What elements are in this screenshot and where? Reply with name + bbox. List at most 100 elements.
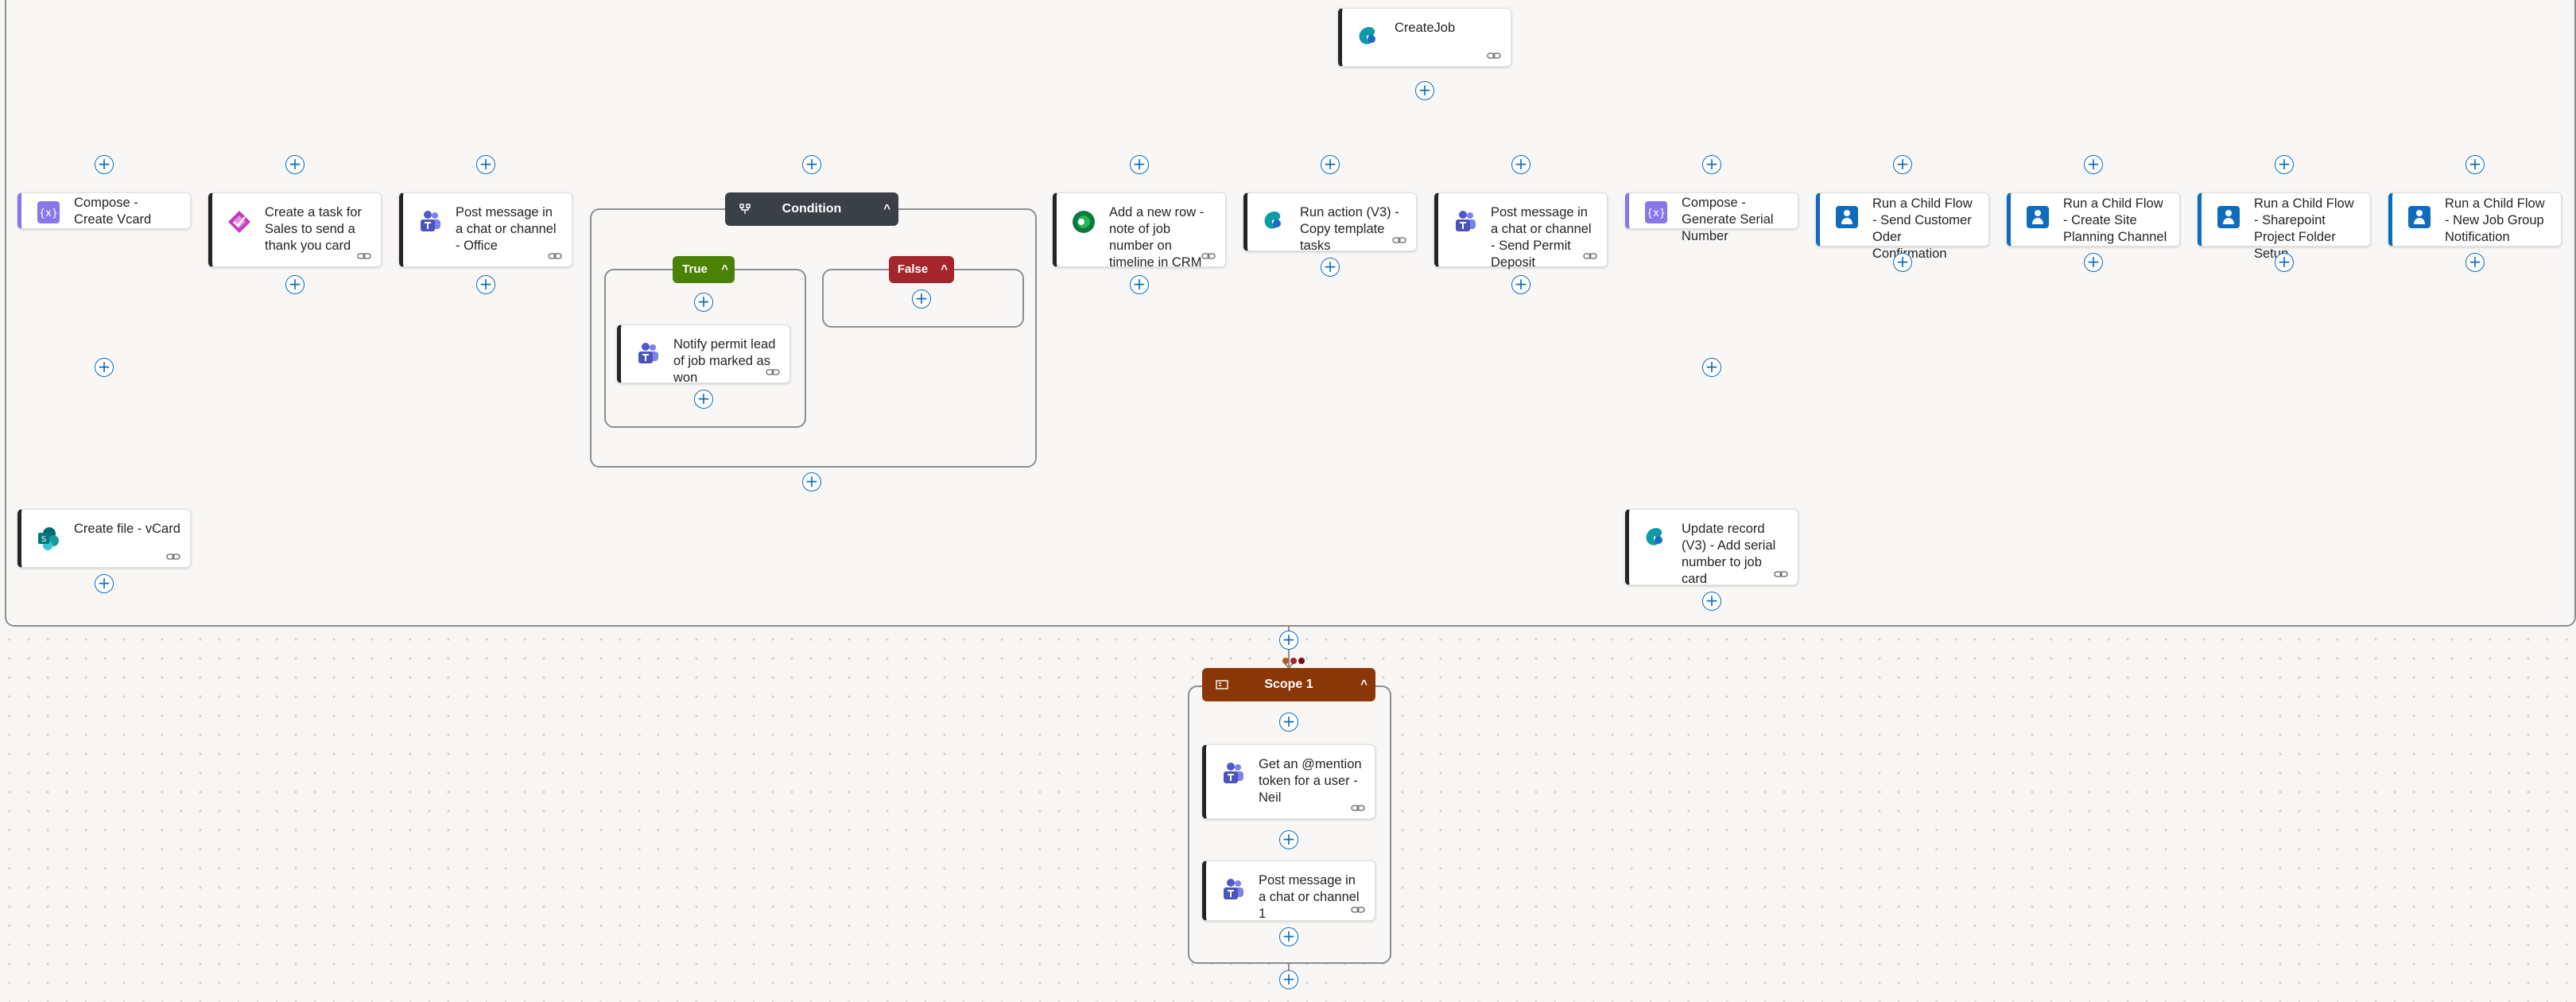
scope-title: Scope 1 <box>1264 678 1313 691</box>
link-icon <box>1351 805 1365 811</box>
link-icon <box>1201 253 1216 259</box>
link-icon <box>548 253 562 259</box>
insert-step-plus-icon[interactable]: + <box>1511 275 1530 294</box>
svg-text:{x}: {x} <box>39 208 58 219</box>
action-title: Create a task for Sales to send a thank … <box>265 205 362 253</box>
action-card-child-flow-site-planning[interactable]: Run a Child Flow - Create Site Planning … <box>2007 192 2180 247</box>
false-branch-header[interactable]: False ^ <box>889 256 954 283</box>
child-flow-icon <box>1836 206 1858 228</box>
action-title: Run a Child Flow - New Job Group Notific… <box>2445 196 2545 244</box>
insert-step-plus-icon[interactable]: + <box>1511 155 1530 174</box>
insert-step-plus-icon[interactable]: + <box>1702 592 1721 611</box>
action-card-child-flow-sharepoint-folder[interactable]: Run a Child Flow - Sharepoint Project Fo… <box>2198 192 2371 261</box>
dataverse-icon <box>1646 528 1662 546</box>
insert-step-plus-icon[interactable]: + <box>2465 155 2485 174</box>
teams-icon <box>1456 211 1476 231</box>
action-card-update-record-serial[interactable]: Update record (V3) - Add serial number t… <box>1625 509 1798 586</box>
action-title: Compose - Create Vcard <box>74 196 152 227</box>
insert-step-plus-icon[interactable]: + <box>285 155 305 174</box>
action-title: Get an @mention token for a user - Neil <box>1259 757 1362 805</box>
insert-step-plus-icon[interactable]: + <box>1279 713 1298 732</box>
insert-step-plus-icon[interactable]: + <box>912 289 931 309</box>
collapse-chevron-icon[interactable]: ^ <box>883 192 890 226</box>
teams-icon <box>638 343 658 363</box>
insert-step-plus-icon[interactable]: + <box>2084 253 2103 272</box>
insert-step-plus-icon[interactable]: + <box>2465 253 2485 272</box>
svg-text:{x}: {x} <box>1647 208 1666 219</box>
action-card-post-message-office[interactable]: Post message in a chat or channel - Offi… <box>399 192 572 267</box>
insert-step-plus-icon[interactable]: + <box>2275 155 2294 174</box>
run-after-indicator <box>1282 658 1305 664</box>
dataverse-icon <box>1359 27 1375 45</box>
insert-step-plus-icon[interactable]: + <box>95 358 114 377</box>
insert-step-plus-icon[interactable]: + <box>802 472 821 491</box>
action-card-child-flow-order-confirmation[interactable]: Run a Child Flow - Send Customer Oder Co… <box>1816 192 1989 261</box>
insert-step-plus-icon[interactable]: + <box>694 390 713 409</box>
insert-step-plus-icon[interactable]: + <box>1279 631 1298 650</box>
insert-step-plus-icon[interactable]: + <box>802 155 821 174</box>
action-title: Run a Child Flow - Send Customer Oder Co… <box>1872 196 1973 261</box>
insert-step-plus-icon[interactable]: + <box>95 155 114 174</box>
insert-step-plus-icon[interactable]: + <box>1321 258 1340 277</box>
link-icon <box>166 553 180 560</box>
insert-step-plus-icon[interactable]: + <box>1702 155 1721 174</box>
collapse-chevron-icon[interactable]: ^ <box>941 256 948 283</box>
insert-step-plus-icon[interactable]: + <box>1279 927 1298 946</box>
insert-step-plus-icon[interactable]: + <box>476 275 495 294</box>
svg-text:S: S <box>41 535 46 544</box>
link-icon <box>1351 907 1365 913</box>
insert-step-plus-icon[interactable]: + <box>2084 155 2103 174</box>
planner-icon <box>228 211 250 233</box>
collapse-chevron-icon[interactable]: ^ <box>721 256 728 283</box>
insert-step-plus-icon[interactable]: + <box>1893 155 1912 174</box>
insert-step-plus-icon[interactable]: + <box>1321 155 1340 174</box>
insert-step-plus-icon[interactable]: + <box>1702 358 1721 377</box>
false-label: False <box>897 262 929 276</box>
action-title: CreateJob <box>1395 21 1456 35</box>
true-branch-header[interactable]: True ^ <box>673 256 735 283</box>
action-title: Post message in a chat or channel - Send… <box>1491 205 1592 270</box>
insert-step-plus-icon[interactable]: + <box>2275 253 2294 272</box>
insert-step-plus-icon[interactable]: + <box>1279 830 1298 849</box>
action-card-create-file-vcard[interactable]: S Create file - vCard <box>17 509 191 568</box>
scope-1-header[interactable]: Scope 1 ^ <box>1202 668 1375 701</box>
link-icon <box>1392 237 1406 243</box>
action-title: Post message in a chat or channel 1 <box>1259 873 1360 921</box>
child-flow-icon <box>2217 206 2240 228</box>
action-card-child-flow-job-group-notification[interactable]: Run a Child Flow - New Job Group Notific… <box>2388 192 2562 247</box>
compose-icon: {x} <box>37 201 60 223</box>
action-card-run-action-copy-tasks[interactable]: Run action (V3) - Copy template tasks <box>1243 192 1417 253</box>
action-title: Run a Child Flow - Sharepoint Project Fo… <box>2254 196 2354 261</box>
action-card-create-task-sales[interactable]: Create a task for Sales to send a thank … <box>208 192 382 267</box>
action-card-compose-serial-number[interactable]: {x} Compose - Generate Serial Number <box>1625 192 1798 243</box>
action-card-post-message-channel-1[interactable]: Post message in a chat or channel 1 <box>1202 860 1375 921</box>
action-card-createjob[interactable]: CreateJob <box>1338 8 1511 67</box>
insert-step-plus-icon[interactable]: + <box>285 275 305 294</box>
insert-step-plus-icon[interactable]: + <box>1130 275 1149 294</box>
action-card-add-new-row-crm[interactable]: Add a new row - note of job number on ti… <box>1053 192 1226 270</box>
action-title: Notify permit lead of job marked as won <box>673 337 776 385</box>
dataverse-icon <box>1264 212 1281 229</box>
insert-step-plus-icon[interactable]: + <box>694 293 713 312</box>
outer-scope-container <box>5 0 2576 627</box>
action-card-post-message-permit-deposit[interactable]: Post message in a chat or channel - Send… <box>1434 192 1608 270</box>
action-title: Update record (V3) - Add serial number t… <box>1682 522 1776 586</box>
sharepoint-icon: S <box>38 527 59 550</box>
action-title: Compose - Generate Serial Number <box>1682 196 1774 243</box>
link-icon <box>357 253 371 259</box>
link-icon <box>766 369 780 375</box>
condition-header[interactable]: Condition ^ <box>725 192 898 226</box>
insert-step-plus-icon[interactable]: + <box>95 574 114 593</box>
insert-step-plus-icon[interactable]: + <box>476 155 495 174</box>
insert-step-plus-icon[interactable]: + <box>1415 81 1434 100</box>
collapse-chevron-icon[interactable]: ^ <box>1360 668 1368 701</box>
link-icon <box>1774 571 1788 577</box>
insert-step-plus-icon[interactable]: + <box>1279 970 1298 989</box>
link-icon <box>1487 52 1501 59</box>
action-card-compose-create-vcard[interactable]: {x} Compose - Create Vcard <box>17 192 191 229</box>
insert-step-plus-icon[interactable]: + <box>1893 253 1912 272</box>
insert-step-plus-icon[interactable]: + <box>1130 155 1149 174</box>
compose-icon: {x} <box>1645 201 1667 223</box>
action-card-get-mention-token[interactable]: Get an @mention token for a user - Neil <box>1202 744 1375 819</box>
action-card-notify-permit-lead[interactable]: Notify permit lead of job marked as won <box>617 324 790 385</box>
